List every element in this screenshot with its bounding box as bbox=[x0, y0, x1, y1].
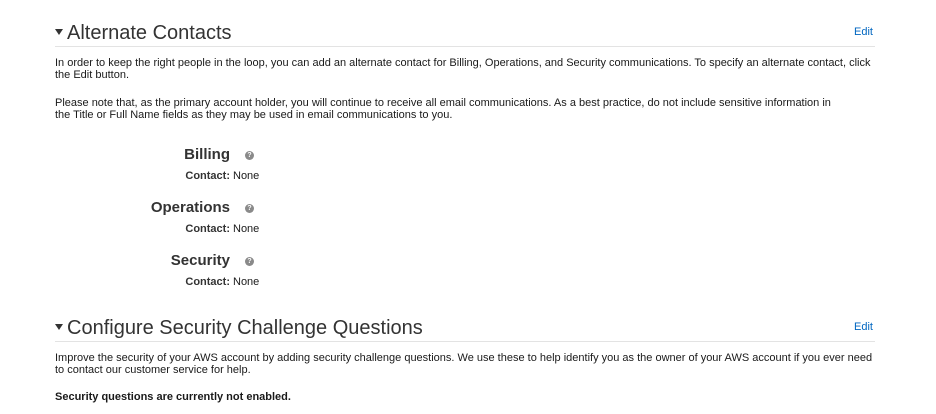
operations-contact-label: Contact: bbox=[185, 223, 230, 235]
operations-contact-value: None bbox=[233, 223, 260, 235]
security-contact-value: None bbox=[233, 276, 260, 288]
security-questions-header: Configure Security Challenge Questions E… bbox=[55, 315, 875, 342]
security-questions-section: Configure Security Challenge Questions E… bbox=[55, 315, 875, 403]
security-questions-edit-link[interactable]: Edit bbox=[854, 321, 873, 333]
security-questions-toggle[interactable]: Configure Security Challenge Questions bbox=[55, 315, 423, 341]
security-questions-status: Security questions are currently not ena… bbox=[55, 391, 291, 403]
alternate-contacts-intro: In order to keep the right people in the… bbox=[55, 57, 871, 81]
security-questions-intro: Improve the security of your AWS account… bbox=[55, 352, 873, 376]
caret-down-icon bbox=[55, 323, 63, 330]
operations-help-icon[interactable]: ? bbox=[245, 204, 254, 213]
alternate-contacts-header: Alternate Contacts Edit bbox=[55, 20, 875, 47]
alternate-contacts-title: Alternate Contacts bbox=[67, 22, 232, 44]
security-help-icon[interactable]: ? bbox=[245, 257, 254, 266]
billing-contact-value: None bbox=[233, 170, 260, 182]
billing-heading: Billing bbox=[184, 146, 230, 163]
security-heading: Security bbox=[170, 252, 230, 269]
alternate-contacts-edit-link[interactable]: Edit bbox=[854, 26, 873, 38]
security-contact-label: Contact: bbox=[185, 276, 230, 288]
alternate-contacts-note: Please note that, as the primary account… bbox=[55, 97, 831, 121]
caret-down-icon bbox=[55, 28, 63, 35]
alternate-contacts-toggle[interactable]: Alternate Contacts bbox=[55, 20, 232, 46]
operations-heading: Operations bbox=[150, 199, 230, 216]
billing-contact-label: Contact: bbox=[185, 170, 230, 182]
security-questions-title: Configure Security Challenge Questions bbox=[67, 317, 423, 339]
billing-help-icon[interactable]: ? bbox=[245, 151, 254, 160]
alternate-contacts-section: Alternate Contacts Edit In order to keep… bbox=[55, 20, 875, 288]
